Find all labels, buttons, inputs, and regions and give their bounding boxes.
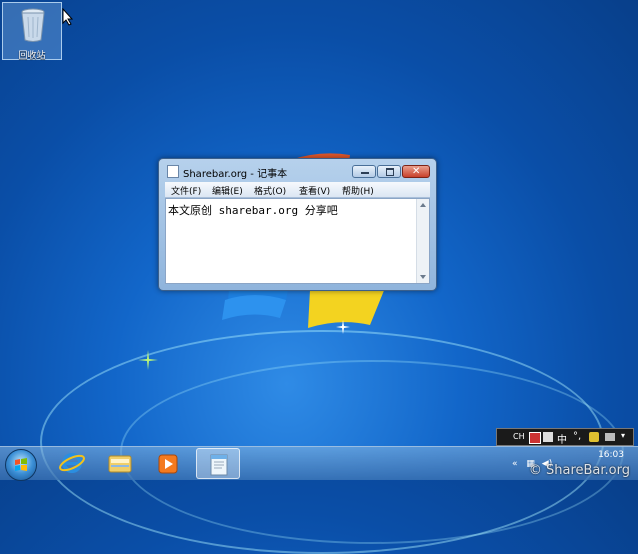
punctuation-icon[interactable]: °, [573,431,581,442]
clock[interactable]: 16:03 [598,450,624,460]
minimize-icon [361,172,369,174]
maximize-icon [386,168,394,176]
tray-arrow-icon[interactable]: « [512,459,518,469]
ime-logo-icon[interactable] [529,432,541,444]
scroll-down-arrow-icon[interactable] [420,275,426,279]
vertical-scrollbar[interactable] [416,199,429,283]
internet-explorer-icon [59,453,85,473]
start-button[interactable] [5,449,37,481]
taskbar-internet-explorer[interactable] [50,448,94,479]
menu-edit[interactable]: 编辑(E) [212,184,243,197]
recycle-bin-icon [21,8,45,42]
title-bar[interactable]: Sharebar.org - 记事本 ✕ [159,159,436,181]
ime-options-arrow-icon[interactable]: ▾ [621,431,625,440]
windows-logo-icon [15,458,27,471]
maximize-button[interactable] [377,165,401,178]
editor-content[interactable]: 本文原创 sharebar.org 分享吧 [168,202,338,218]
notepad-window[interactable]: Sharebar.org - 记事本 ✕ 文件(F) 编辑(E) 格式(O) 查… [158,158,437,291]
menu-bar: 文件(F) 编辑(E) 格式(O) 查看(V) 帮助(H) [165,182,430,198]
scroll-up-arrow-icon[interactable] [420,203,426,207]
taskbar-media-player[interactable] [146,448,190,479]
ime-settings-icon[interactable] [605,433,615,441]
minimize-button[interactable] [352,165,376,178]
menu-help[interactable]: 帮助(H) [342,184,374,197]
notepad-app-icon [210,454,228,476]
media-player-icon [158,454,178,474]
taskbar-windows-explorer[interactable] [98,448,142,479]
close-button[interactable]: ✕ [402,165,430,178]
notepad-icon [167,165,179,178]
close-icon: ✕ [412,166,421,177]
soft-keyboard-icon[interactable] [589,432,599,442]
taskbar: « ▦ ◀) 16:03 © ShareBar.org [0,446,638,481]
taskbar-notepad[interactable] [196,448,240,479]
sparkle-icon [138,350,158,370]
text-editor-area[interactable]: 本文原创 sharebar.org 分享吧 [165,198,430,284]
folder-icon [108,455,132,473]
language-bar[interactable]: CH 中 °, ▾ [496,428,634,446]
ime-mode-text[interactable]: 中 [557,431,567,446]
sparkle-icon [336,320,350,334]
ime-toolbar-icon[interactable] [543,432,553,442]
watermark-text: © ShareBar.org [528,463,630,478]
mouse-cursor-icon [62,8,74,26]
menu-file[interactable]: 文件(F) [171,184,201,197]
recycle-bin-desktop-icon[interactable]: 回收站 [2,2,62,61]
recycle-bin-label: 回收站 [18,51,46,61]
language-code[interactable]: CH [513,432,525,441]
menu-view[interactable]: 查看(V) [299,184,330,197]
window-title: Sharebar.org - 记事本 [183,169,288,180]
menu-format[interactable]: 格式(O) [254,184,286,197]
